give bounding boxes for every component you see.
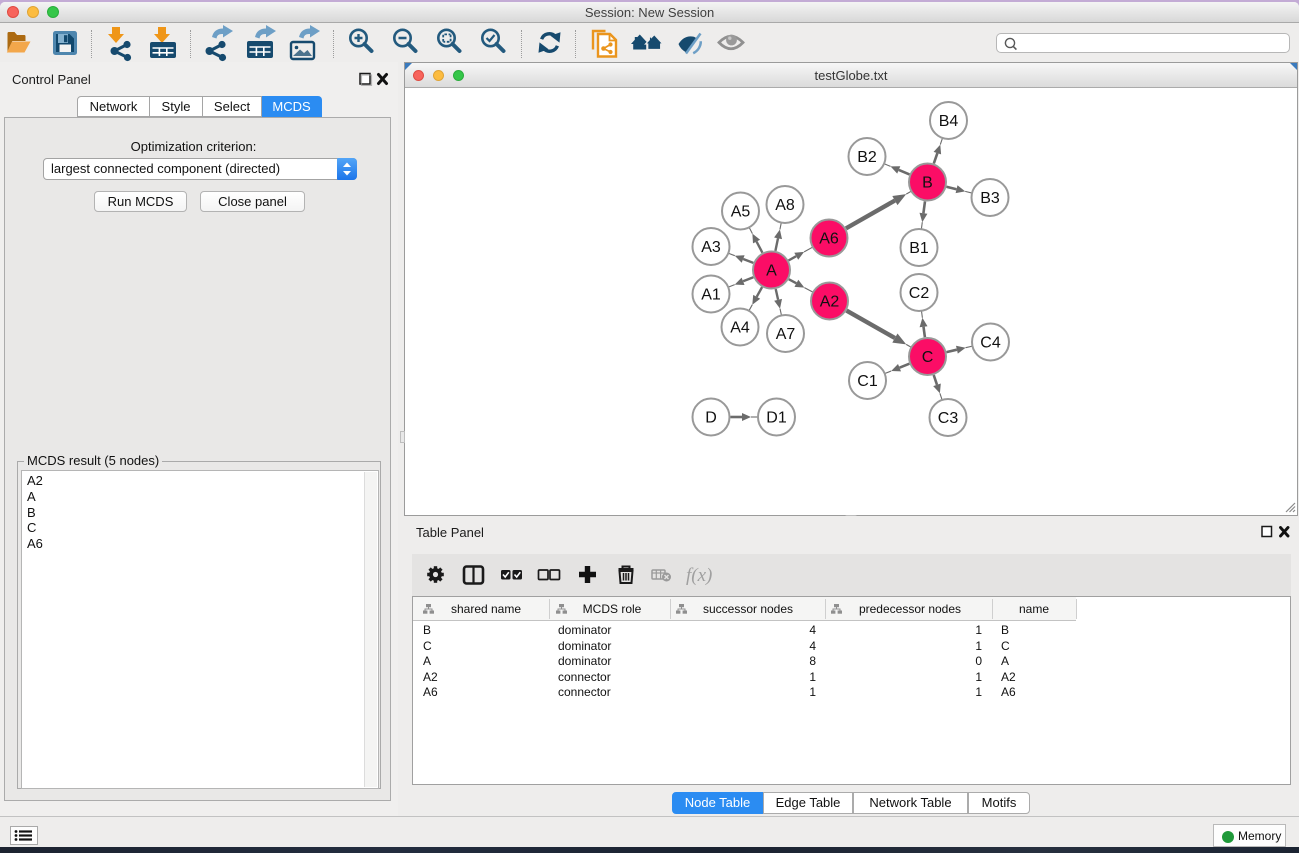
svg-text:A3: A3 (701, 239, 721, 256)
svg-text:A1: A1 (701, 287, 721, 304)
svg-text:B1: B1 (909, 240, 929, 257)
svg-text:f(x): f(x) (686, 565, 712, 586)
svg-text:D: D (705, 410, 717, 427)
svg-text:C: C (922, 349, 934, 366)
svg-text:B3: B3 (980, 190, 1000, 207)
svg-text:A2: A2 (820, 294, 840, 311)
svg-text:C4: C4 (980, 335, 1001, 352)
svg-text:A7: A7 (776, 326, 796, 343)
svg-text:C1: C1 (857, 373, 878, 390)
svg-text:D1: D1 (766, 410, 787, 427)
svg-text:C2: C2 (909, 285, 930, 302)
svg-text:C3: C3 (938, 410, 959, 427)
svg-text:B4: B4 (939, 113, 959, 130)
svg-text:A5: A5 (731, 204, 751, 221)
svg-text:A: A (766, 263, 777, 280)
svg-text:A6: A6 (819, 231, 839, 248)
svg-text:B2: B2 (857, 149, 877, 166)
svg-text:A4: A4 (730, 320, 750, 337)
svg-text:A8: A8 (775, 197, 795, 214)
svg-text:B: B (922, 175, 933, 192)
